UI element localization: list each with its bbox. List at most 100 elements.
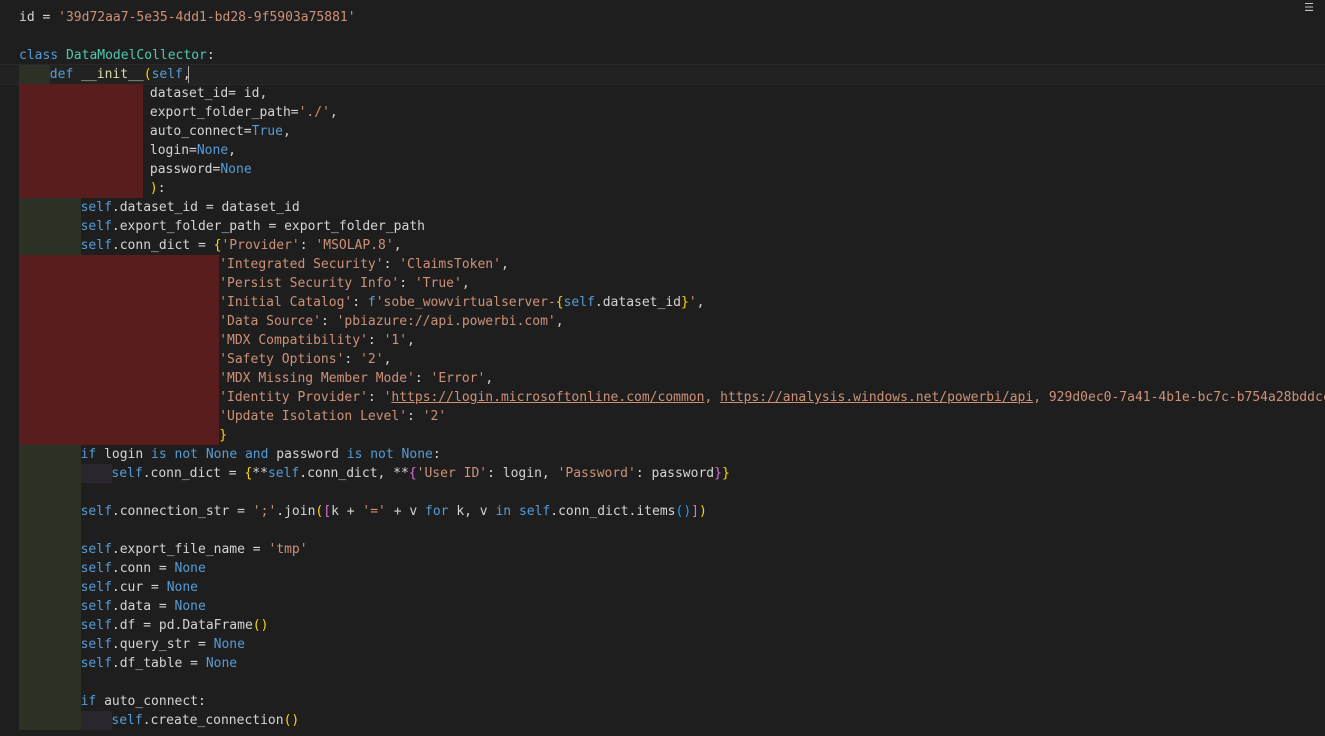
code-line[interactable]: 'Safety Options': '2', [0, 350, 1325, 369]
code-line[interactable]: self.df_table = None [0, 654, 1325, 673]
indent-guide [50, 141, 81, 160]
indent-guide [112, 407, 143, 426]
indent-guide [19, 597, 50, 616]
indent-guide [112, 312, 143, 331]
code-line[interactable]: 'Integrated Security': 'ClaimsToken', [0, 255, 1325, 274]
code-text: ): [149, 181, 166, 196]
code-line[interactable]: id = '39d72aa7-5e35-4dd1-bd28-9f5903a758… [0, 8, 1325, 27]
indent-guide [19, 179, 50, 198]
indent-guide [81, 711, 112, 730]
indent-guide [50, 464, 81, 483]
code-line[interactable]: export_folder_path='./', [0, 103, 1325, 122]
text-cursor [188, 66, 190, 83]
indent-guide [19, 445, 50, 464]
code-text: 'Data Source': 'pbiazure://api.powerbi.c… [219, 314, 564, 329]
indent-guide [205, 293, 219, 312]
code-line[interactable]: 'MDX Compatibility': '1', [0, 331, 1325, 350]
indent-guide [19, 521, 50, 540]
indent-guide [143, 388, 174, 407]
indent-guide [112, 331, 143, 350]
code-line[interactable]: self.connection_str = ';'.join([k + '=' … [0, 502, 1325, 521]
indent-guide [19, 198, 50, 217]
indent-guide [19, 255, 50, 274]
code-line[interactable]: self.query_str = None [0, 635, 1325, 654]
code-text: password=None [149, 162, 252, 177]
code-text: 'Persist Security Info': 'True', [219, 276, 470, 291]
code-line[interactable]: self.conn = None [0, 559, 1325, 578]
indent-guide [50, 293, 81, 312]
indent-guide [19, 160, 50, 179]
code-line[interactable]: 'Identity Provider': 'https://login.micr… [0, 388, 1325, 407]
code-text: export_folder_path='./', [149, 105, 338, 120]
code-line[interactable] [0, 27, 1325, 46]
indent-guide [112, 350, 143, 369]
indent-guide [112, 255, 143, 274]
code-line[interactable]: self.export_folder_path = export_folder_… [0, 217, 1325, 236]
code-text: 'MDX Missing Member Mode': 'Error', [219, 371, 494, 386]
indent-guide [19, 673, 50, 692]
indent-guide [112, 274, 143, 293]
code-line[interactable]: if login is not None and password is not… [0, 445, 1325, 464]
indent-guide [19, 236, 50, 255]
code-text: auto_connect=True, [149, 124, 291, 139]
code-line[interactable]: if auto_connect: [0, 692, 1325, 711]
code-text: self.conn = None [80, 561, 206, 576]
code-text: self.create_connection() [111, 713, 300, 728]
indent-guide [19, 407, 50, 426]
code-line[interactable]: self.data = None [0, 597, 1325, 616]
code-text: } [219, 428, 228, 443]
indent-guide [50, 502, 81, 521]
code-line[interactable]: self.export_file_name = 'tmp' [0, 540, 1325, 559]
code-line[interactable]: 'Data Source': 'pbiazure://api.powerbi.c… [0, 312, 1325, 331]
indent-guide [81, 464, 112, 483]
code-text: 'MDX Compatibility': '1', [219, 333, 415, 348]
code-line[interactable]: login=None, [0, 141, 1325, 160]
code-line[interactable]: dataset_id= id, [0, 84, 1325, 103]
code-line[interactable]: class DataModelCollector: [0, 46, 1325, 65]
code-line[interactable]: password=None [0, 160, 1325, 179]
code-line[interactable]: ): [0, 179, 1325, 198]
indent-guide [50, 654, 81, 673]
indent-guide [50, 426, 81, 445]
code-text: def __init__(self, [49, 67, 191, 82]
code-line[interactable]: 'Initial Catalog': f'sobe_wowvirtualserv… [0, 293, 1325, 312]
code-line[interactable]: self.conn_dict = {'Provider': 'MSOLAP.8'… [0, 236, 1325, 255]
indent-guide [143, 350, 174, 369]
indent-guide [50, 559, 81, 578]
indent-guide [112, 369, 143, 388]
code-text: self.dataset_id = dataset_id [80, 200, 300, 215]
code-line[interactable]: auto_connect=True, [0, 122, 1325, 141]
indent-guide [174, 350, 205, 369]
code-line[interactable]: self.create_connection() [0, 711, 1325, 730]
indent-guide [205, 255, 219, 274]
indent-guide [19, 483, 50, 502]
code-line[interactable]: def __init__(self, [0, 64, 1325, 85]
code-line[interactable] [0, 673, 1325, 692]
indent-guide [19, 369, 50, 388]
code-editor[interactable]: id = '39d72aa7-5e35-4dd1-bd28-9f5903a758… [0, 0, 1325, 736]
indent-guide [19, 312, 50, 331]
indent-guide [81, 426, 112, 445]
code-line[interactable]: 'Persist Security Info': 'True', [0, 274, 1325, 293]
indent-guide [50, 160, 81, 179]
code-line[interactable]: self.dataset_id = dataset_id [0, 198, 1325, 217]
code-text: self.conn_dict = {**self.conn_dict, **{'… [111, 466, 730, 481]
code-line[interactable]: } [0, 426, 1325, 445]
list-filter-icon[interactable]: ☰ [1301, 2, 1317, 14]
indent-guide [81, 312, 112, 331]
code-text: 'Identity Provider': 'https://login.micr… [219, 390, 1325, 405]
indent-guide [174, 274, 205, 293]
code-line[interactable] [0, 521, 1325, 540]
code-line[interactable]: self.cur = None [0, 578, 1325, 597]
code-text: 'Integrated Security': 'ClaimsToken', [219, 257, 509, 272]
code-line[interactable]: self.df = pd.DataFrame() [0, 616, 1325, 635]
code-line[interactable]: 'MDX Missing Member Mode': 'Error', [0, 369, 1325, 388]
indent-guide [50, 635, 81, 654]
code-line[interactable] [0, 483, 1325, 502]
indent-guide [50, 540, 81, 559]
indent-guide [143, 426, 174, 445]
code-line[interactable]: self.conn_dict = {**self.conn_dict, **{'… [0, 464, 1325, 483]
indent-guide [174, 407, 205, 426]
code-line[interactable]: 'Update Isolation Level': '2' [0, 407, 1325, 426]
code-text: self.connection_str = ';'.join([k + '=' … [80, 504, 707, 519]
